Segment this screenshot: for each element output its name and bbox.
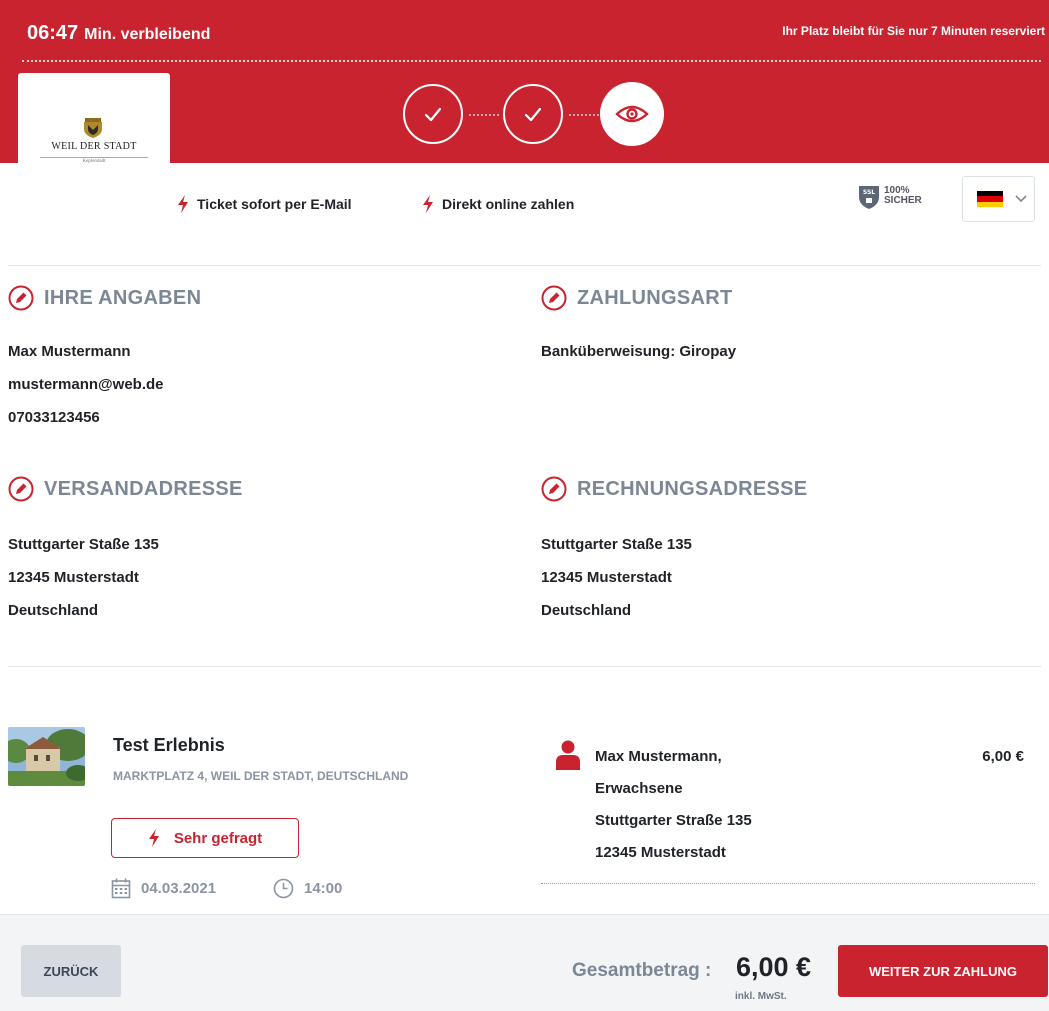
customer-name: Max Mustermann (8, 343, 131, 360)
feature-online-payment: Direkt online zahlen (422, 195, 574, 213)
feature-online-label: Direkt online zahlen (442, 196, 575, 212)
customer-email: mustermann@web.de (8, 376, 164, 393)
ticket-divider (541, 883, 1035, 884)
header-divider (22, 60, 1041, 62)
ticket-category: Erwachsene (595, 780, 683, 797)
shipping-country: Deutschland (8, 602, 99, 619)
reservation-notice: Ihr Platz bleibt für Sie nur 7 Minuten r… (782, 24, 1045, 38)
billing-country: Deutschland (541, 602, 632, 619)
step-2-complete (503, 84, 563, 144)
logo-subtext: Keplerstadt (40, 157, 148, 164)
timer-value: 06:47 (27, 22, 79, 44)
badge-label: Sehr gefragt (173, 829, 263, 847)
shipping-address-title: VERSANDADRESSE (44, 477, 243, 500)
personal-details-title: IHRE ANGABEN (44, 286, 202, 309)
back-button[interactable]: ZURÜCK (21, 945, 121, 997)
person-icon (556, 740, 580, 770)
calendar-icon (111, 878, 131, 899)
payment-method-value: Banküberweisung: Giropay (541, 343, 737, 360)
edit-icon[interactable] (8, 285, 34, 311)
city-logo[interactable]: WEIL DER STADT Keplerstadt (18, 73, 170, 165)
shipping-city: 12345 Musterstadt (8, 569, 139, 586)
eye-icon (615, 105, 649, 123)
event-address: MARKTPLATZ 4, WEIL DER STADT, DEUTSCHLAN… (113, 769, 409, 783)
ssl-badge: SSL 100% SICHER (858, 183, 922, 209)
edit-icon[interactable] (541, 285, 567, 311)
total-label: Gesamtbetrag : (572, 960, 712, 981)
ssl-label: SSL (863, 189, 875, 196)
checkout-footer: ZURÜCK Gesamtbetrag : 6,00 € inkl. MwSt.… (0, 914, 1049, 1011)
step-connector (569, 114, 599, 116)
step-connector (469, 114, 499, 116)
billing-address-title: RECHNUNGSADRESSE (577, 477, 808, 500)
lightning-icon (178, 195, 188, 213)
billing-street: Stuttgarter Staße 135 (541, 536, 692, 553)
event-image (8, 727, 85, 786)
vat-note: inkl. MwSt. (735, 991, 787, 1002)
step-3-review (600, 82, 664, 146)
billing-address-heading: RECHNUNGSADRESSE (541, 476, 807, 502)
shipping-address-heading: VERSANDADRESSE (8, 476, 243, 502)
payment-method-title: ZAHLUNGSART (577, 286, 733, 309)
ticket-holder-name: Max Mustermann, (595, 748, 722, 765)
feature-email: Ticket sofort per E-Mail (177, 195, 352, 213)
lightning-icon (148, 829, 159, 847)
event-date: 04.03.2021 (111, 878, 216, 899)
ticket-city: 12345 Musterstadt (595, 844, 726, 861)
clock-icon (273, 878, 294, 899)
shipping-street: Stuttgarter Staße 135 (8, 536, 159, 553)
language-selector[interactable] (962, 176, 1035, 222)
payment-method-heading: ZAHLUNGSART (541, 285, 733, 311)
ssl-shield-icon: SSL (859, 186, 879, 209)
ticket-street: Stuttgarter Straße 135 (595, 812, 752, 829)
high-demand-badge: Sehr gefragt (111, 818, 299, 858)
continue-to-payment-button[interactable]: WEITER ZUR ZAHLUNG (838, 945, 1048, 997)
event-time-value: 14:00 (304, 880, 343, 897)
total-amount: 6,00 € (736, 952, 812, 982)
event-thumbnail (8, 727, 85, 786)
event-title[interactable]: Test Erlebnis (113, 735, 225, 756)
countdown-timer: 06:47 Min. verbleibend (27, 22, 210, 45)
lightning-icon (423, 195, 433, 213)
check-icon (524, 107, 542, 122)
event-date-value: 04.03.2021 (141, 880, 217, 897)
crest-icon (84, 118, 102, 138)
german-flag-icon (977, 191, 1003, 207)
section-divider (8, 265, 1041, 266)
logo-text: WEIL DER STADT (51, 141, 137, 152)
feature-email-label: Ticket sofort per E-Mail (197, 196, 352, 212)
check-icon (424, 107, 442, 122)
ssl-sicher: SICHER (884, 195, 922, 206)
event-time: 14:00 (273, 878, 342, 899)
billing-city: 12345 Musterstadt (541, 569, 672, 586)
edit-icon[interactable] (541, 476, 567, 502)
step-1-complete (403, 84, 463, 144)
ticket-price: 6,00 € (982, 748, 1024, 765)
chevron-down-icon (1015, 195, 1027, 203)
personal-details-heading: IHRE ANGABEN (8, 285, 201, 311)
timer-label: Min. verbleibend (84, 26, 211, 43)
customer-phone: 07033123456 (8, 409, 100, 426)
edit-icon[interactable] (8, 476, 34, 502)
section-divider (8, 666, 1041, 667)
ssl-text: 100% SICHER (884, 186, 922, 206)
checkout-header: 06:47 Min. verbleibend Ihr Platz bleibt f… (0, 0, 1049, 165)
